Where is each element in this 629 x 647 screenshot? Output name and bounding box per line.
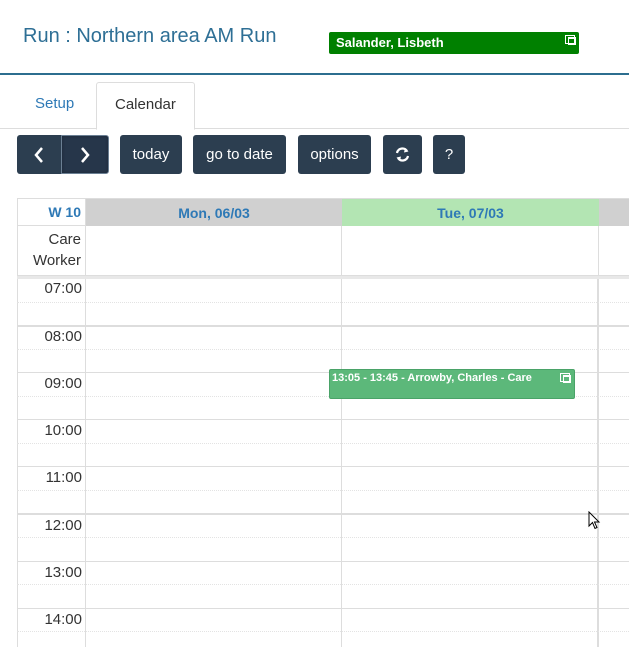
time-label: 14:00 [44, 611, 82, 628]
day-column-tue[interactable] [342, 279, 599, 647]
event-title: Salander, Lisbeth [336, 35, 444, 50]
half-hour-line [17, 349, 629, 350]
day-header-mon[interactable]: Mon, 06/03 [86, 198, 342, 226]
allday-cell-tue[interactable] [342, 226, 599, 276]
next-button[interactable] [61, 135, 109, 174]
hour-line [17, 325, 629, 327]
half-hour-line [17, 443, 629, 444]
calendar-view: W 10 Mon, 06/03 Tue, 07/03 Care Worker 0… [17, 198, 629, 647]
today-button[interactable]: today [120, 135, 182, 174]
prev-button[interactable] [17, 135, 61, 174]
refresh-icon [395, 147, 410, 162]
time-label: 12:00 [44, 517, 82, 534]
time-label: 13:00 [44, 564, 82, 581]
hour-line [17, 513, 629, 515]
page-title: Run : Northern area AM Run [23, 25, 277, 47]
hour-line [17, 419, 629, 420]
chevron-left-icon [34, 146, 43, 163]
allday-label-line1: Care [48, 231, 81, 248]
allday-event[interactable]: Salander, Lisbeth [329, 32, 579, 54]
allday-row: Care Worker [17, 226, 629, 276]
hour-line [17, 466, 629, 467]
popout-icon[interactable] [565, 35, 576, 45]
event-title: 13:05 - 13:45 - Arrowby, Charles - Care [332, 372, 532, 384]
half-hour-line [17, 302, 629, 303]
half-hour-line [17, 537, 629, 538]
half-hour-line [17, 490, 629, 491]
day-header-next[interactable] [599, 198, 629, 226]
day-column-mon[interactable] [86, 279, 342, 647]
help-button[interactable]: ? [433, 135, 465, 174]
time-label: 08:00 [44, 328, 82, 345]
allday-cell-mon[interactable] [86, 226, 342, 276]
time-grid: 07:00 08:00 09:00 10:00 11:00 12:00 13:0… [17, 279, 629, 647]
popout-icon[interactable] [560, 373, 571, 383]
half-hour-line [17, 631, 629, 632]
refresh-button[interactable] [383, 135, 422, 174]
time-label: 09:00 [44, 375, 82, 392]
day-header-tue[interactable]: Tue, 07/03 [342, 198, 599, 226]
mouse-cursor-icon [588, 511, 601, 530]
time-label: 11:00 [45, 469, 82, 486]
tab-calendar[interactable]: Calendar [96, 82, 195, 130]
go-to-date-button[interactable]: go to date [193, 135, 286, 174]
time-label: 07:00 [44, 280, 82, 297]
options-button[interactable]: options [298, 135, 371, 174]
allday-label: Care Worker [17, 226, 86, 276]
week-number: W 10 [17, 198, 86, 226]
tab-setup[interactable]: Setup [17, 82, 92, 129]
tab-bar: Setup Calendar [0, 82, 629, 130]
half-hour-line [17, 584, 629, 585]
hour-line [17, 608, 629, 609]
care-visit-event[interactable]: 13:05 - 13:45 - Arrowby, Charles - Care [329, 369, 575, 399]
time-label: 10:00 [44, 422, 82, 439]
hour-line [17, 561, 629, 562]
allday-label-line2: Worker [32, 252, 81, 269]
chevron-right-icon [81, 146, 90, 163]
